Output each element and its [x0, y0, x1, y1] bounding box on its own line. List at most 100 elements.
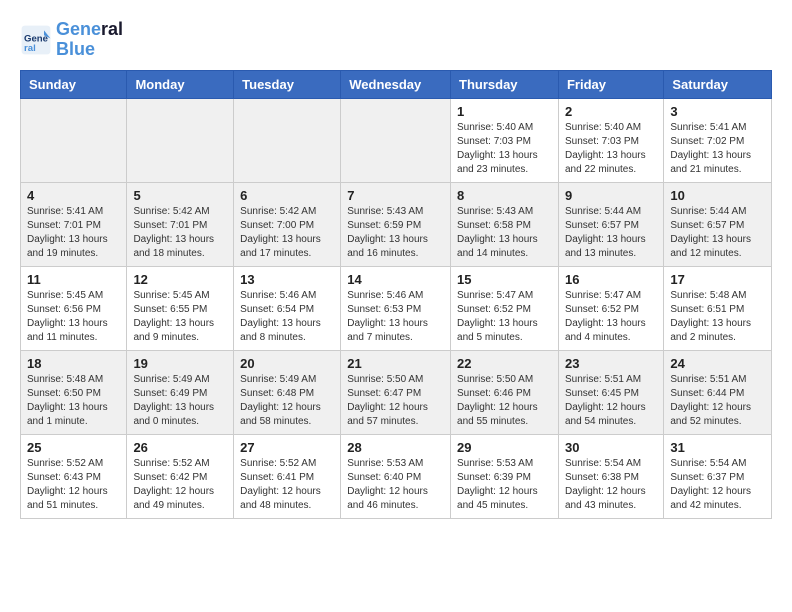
day-info: Sunrise: 5:54 AM Sunset: 6:38 PM Dayligh…	[565, 457, 657, 513]
calendar-cell: 29 Sunrise: 5:53 AM Sunset: 6:39 PM Dayli…	[451, 434, 559, 518]
weekday-header-friday: Friday	[558, 70, 663, 98]
day-info: Sunrise: 5:44 AM Sunset: 6:57 PM Dayligh…	[670, 205, 765, 261]
calendar-cell: 21 Sunrise: 5:50 AM Sunset: 6:47 PM Dayli…	[341, 350, 451, 434]
calendar: SundayMondayTuesdayWednesdayThursdayFrid…	[20, 70, 772, 519]
day-number: 21	[347, 356, 444, 371]
logo-text-line2: Blue	[56, 40, 123, 60]
day-info: Sunrise: 5:45 AM Sunset: 6:55 PM Dayligh…	[133, 289, 227, 345]
day-number: 2	[565, 104, 657, 119]
day-info: Sunrise: 5:49 AM Sunset: 6:48 PM Dayligh…	[240, 373, 334, 429]
day-number: 25	[27, 440, 120, 455]
day-number: 23	[565, 356, 657, 371]
day-info: Sunrise: 5:42 AM Sunset: 7:01 PM Dayligh…	[133, 205, 227, 261]
day-info: Sunrise: 5:52 AM Sunset: 6:43 PM Dayligh…	[27, 457, 120, 513]
calendar-cell: 24 Sunrise: 5:51 AM Sunset: 6:44 PM Dayli…	[664, 350, 772, 434]
day-info: Sunrise: 5:40 AM Sunset: 7:03 PM Dayligh…	[565, 121, 657, 177]
week-row-3: 11 Sunrise: 5:45 AM Sunset: 6:56 PM Dayli…	[21, 266, 772, 350]
day-number: 3	[670, 104, 765, 119]
calendar-cell: 4Sunrise: 5:41 AM Sunset: 7:01 PM Daylig…	[21, 182, 127, 266]
day-number: 7	[347, 188, 444, 203]
weekday-header-row: SundayMondayTuesdayWednesdayThursdayFrid…	[21, 70, 772, 98]
week-row-5: 25 Sunrise: 5:52 AM Sunset: 6:43 PM Dayli…	[21, 434, 772, 518]
weekday-header-tuesday: Tuesday	[234, 70, 341, 98]
calendar-cell: 10Sunrise: 5:44 AM Sunset: 6:57 PM Dayli…	[664, 182, 772, 266]
calendar-cell: 17Sunrise: 5:48 AM Sunset: 6:51 PM Dayli…	[664, 266, 772, 350]
calendar-cell: 31Sunrise: 5:54 AM Sunset: 6:37 PM Dayli…	[664, 434, 772, 518]
day-number: 29	[457, 440, 552, 455]
calendar-cell: 13Sunrise: 5:46 AM Sunset: 6:54 PM Dayli…	[234, 266, 341, 350]
weekday-header-thursday: Thursday	[451, 70, 559, 98]
calendar-cell	[341, 98, 451, 182]
calendar-cell: 3 Sunrise: 5:41 AM Sunset: 7:02 PM Daylig…	[664, 98, 772, 182]
calendar-cell	[127, 98, 234, 182]
calendar-cell: 18 Sunrise: 5:48 AM Sunset: 6:50 PM Dayli…	[21, 350, 127, 434]
day-number: 8	[457, 188, 552, 203]
calendar-cell: 28 Sunrise: 5:53 AM Sunset: 6:40 PM Dayli…	[341, 434, 451, 518]
day-number: 28	[347, 440, 444, 455]
calendar-cell	[21, 98, 127, 182]
weekday-header-saturday: Saturday	[664, 70, 772, 98]
calendar-cell: 12 Sunrise: 5:45 AM Sunset: 6:55 PM Dayli…	[127, 266, 234, 350]
calendar-cell: 1 Sunrise: 5:40 AM Sunset: 7:03 PM Daylig…	[451, 98, 559, 182]
calendar-cell: 11 Sunrise: 5:45 AM Sunset: 6:56 PM Dayli…	[21, 266, 127, 350]
day-info: Sunrise: 5:44 AM Sunset: 6:57 PM Dayligh…	[565, 205, 657, 261]
day-number: 18	[27, 356, 120, 371]
day-number: 16	[565, 272, 657, 287]
calendar-cell: 8Sunrise: 5:43 AM Sunset: 6:58 PM Daylig…	[451, 182, 559, 266]
calendar-cell	[234, 98, 341, 182]
day-number: 19	[133, 356, 227, 371]
day-number: 30	[565, 440, 657, 455]
calendar-cell: 30 Sunrise: 5:54 AM Sunset: 6:38 PM Dayli…	[558, 434, 663, 518]
calendar-cell: 5 Sunrise: 5:42 AM Sunset: 7:01 PM Daylig…	[127, 182, 234, 266]
calendar-cell: 2 Sunrise: 5:40 AM Sunset: 7:03 PM Daylig…	[558, 98, 663, 182]
day-number: 4	[27, 188, 120, 203]
calendar-cell: 14Sunrise: 5:46 AM Sunset: 6:53 PM Dayli…	[341, 266, 451, 350]
day-info: Sunrise: 5:45 AM Sunset: 6:56 PM Dayligh…	[27, 289, 120, 345]
day-info: Sunrise: 5:40 AM Sunset: 7:03 PM Dayligh…	[457, 121, 552, 177]
day-info: Sunrise: 5:51 AM Sunset: 6:45 PM Dayligh…	[565, 373, 657, 429]
header: Gene ral General Blue	[20, 20, 772, 60]
day-info: Sunrise: 5:41 AM Sunset: 7:02 PM Dayligh…	[670, 121, 765, 177]
day-info: Sunrise: 5:47 AM Sunset: 6:52 PM Dayligh…	[565, 289, 657, 345]
day-info: Sunrise: 5:52 AM Sunset: 6:42 PM Dayligh…	[133, 457, 227, 513]
calendar-cell: 26 Sunrise: 5:52 AM Sunset: 6:42 PM Dayli…	[127, 434, 234, 518]
day-number: 26	[133, 440, 227, 455]
day-info: Sunrise: 5:46 AM Sunset: 6:53 PM Dayligh…	[347, 289, 444, 345]
day-number: 1	[457, 104, 552, 119]
day-number: 27	[240, 440, 334, 455]
day-info: Sunrise: 5:53 AM Sunset: 6:40 PM Dayligh…	[347, 457, 444, 513]
svg-text:ral: ral	[24, 43, 36, 54]
week-row-4: 18 Sunrise: 5:48 AM Sunset: 6:50 PM Dayli…	[21, 350, 772, 434]
day-number: 6	[240, 188, 334, 203]
calendar-cell: 22Sunrise: 5:50 AM Sunset: 6:46 PM Dayli…	[451, 350, 559, 434]
day-info: Sunrise: 5:50 AM Sunset: 6:47 PM Dayligh…	[347, 373, 444, 429]
day-info: Sunrise: 5:51 AM Sunset: 6:44 PM Dayligh…	[670, 373, 765, 429]
day-info: Sunrise: 5:52 AM Sunset: 6:41 PM Dayligh…	[240, 457, 334, 513]
day-info: Sunrise: 5:48 AM Sunset: 6:50 PM Dayligh…	[27, 373, 120, 429]
day-number: 5	[133, 188, 227, 203]
day-info: Sunrise: 5:42 AM Sunset: 7:00 PM Dayligh…	[240, 205, 334, 261]
day-number: 15	[457, 272, 552, 287]
weekday-header-wednesday: Wednesday	[341, 70, 451, 98]
week-row-1: 1 Sunrise: 5:40 AM Sunset: 7:03 PM Daylig…	[21, 98, 772, 182]
calendar-cell: 25 Sunrise: 5:52 AM Sunset: 6:43 PM Dayli…	[21, 434, 127, 518]
day-number: 20	[240, 356, 334, 371]
logo: Gene ral General Blue	[20, 20, 123, 60]
calendar-cell: 6 Sunrise: 5:42 AM Sunset: 7:00 PM Daylig…	[234, 182, 341, 266]
day-number: 22	[457, 356, 552, 371]
calendar-cell: 27 Sunrise: 5:52 AM Sunset: 6:41 PM Dayli…	[234, 434, 341, 518]
calendar-cell: 16 Sunrise: 5:47 AM Sunset: 6:52 PM Dayli…	[558, 266, 663, 350]
day-info: Sunrise: 5:54 AM Sunset: 6:37 PM Dayligh…	[670, 457, 765, 513]
calendar-cell: 9 Sunrise: 5:44 AM Sunset: 6:57 PM Daylig…	[558, 182, 663, 266]
day-info: Sunrise: 5:53 AM Sunset: 6:39 PM Dayligh…	[457, 457, 552, 513]
day-number: 9	[565, 188, 657, 203]
day-number: 12	[133, 272, 227, 287]
day-number: 11	[27, 272, 120, 287]
weekday-header-monday: Monday	[127, 70, 234, 98]
calendar-cell: 15Sunrise: 5:47 AM Sunset: 6:52 PM Dayli…	[451, 266, 559, 350]
day-info: Sunrise: 5:43 AM Sunset: 6:59 PM Dayligh…	[347, 205, 444, 261]
calendar-cell: 19Sunrise: 5:49 AM Sunset: 6:49 PM Dayli…	[127, 350, 234, 434]
day-info: Sunrise: 5:46 AM Sunset: 6:54 PM Dayligh…	[240, 289, 334, 345]
day-number: 24	[670, 356, 765, 371]
day-number: 17	[670, 272, 765, 287]
